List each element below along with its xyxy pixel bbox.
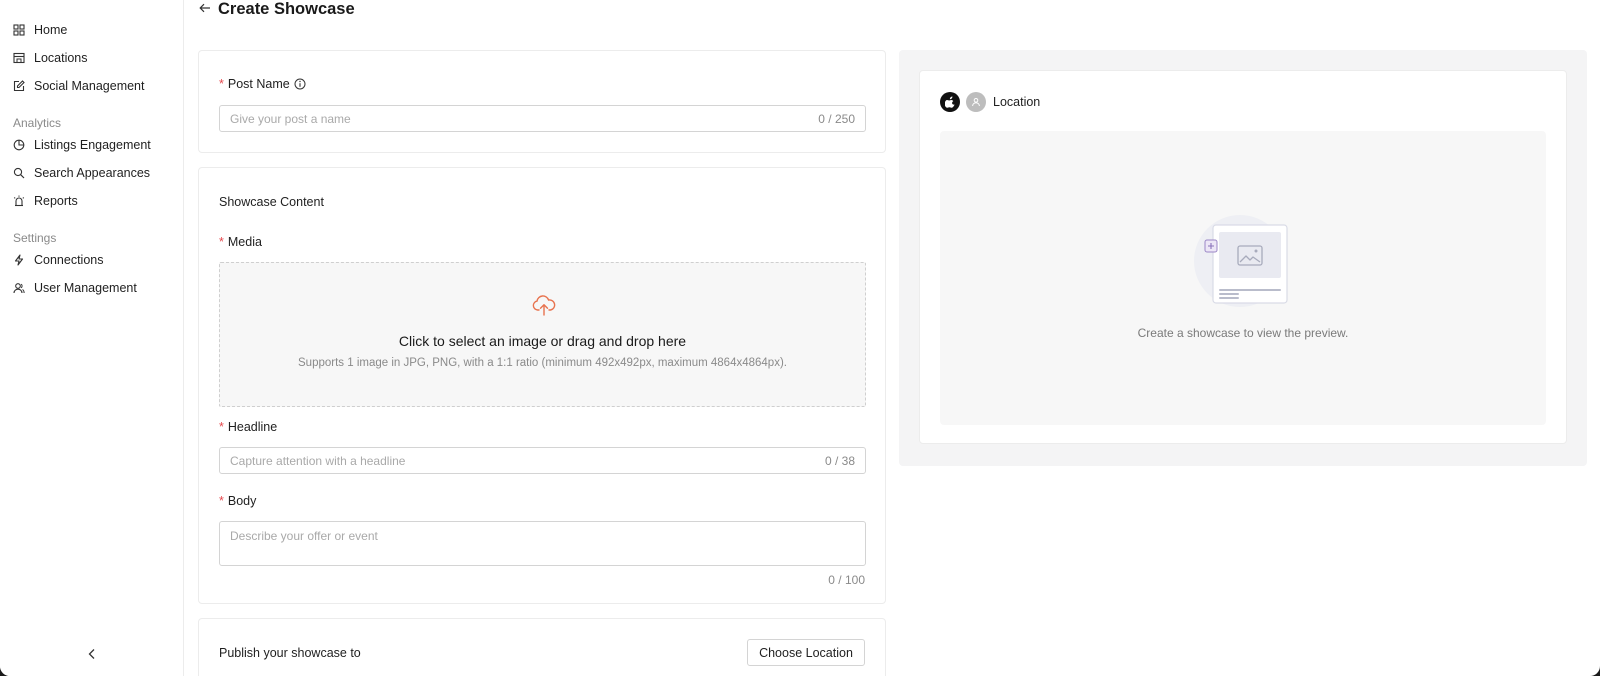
showcase-content-card: Showcase Content * Media Click to select… (198, 167, 886, 604)
preview-header: Location (940, 91, 1040, 113)
sidebar-item-user-management[interactable]: User Management (13, 278, 137, 298)
media-dropzone[interactable]: Click to select an image or drag and dro… (219, 262, 866, 407)
sidebar-item-label: Search Appearances (34, 166, 151, 180)
pie-chart-icon (13, 139, 25, 151)
media-label: * Media (219, 235, 262, 249)
alarm-icon (13, 195, 25, 207)
headline-label-text: Headline (227, 420, 278, 434)
post-name-label-text: Post Name (227, 77, 290, 91)
sidebar-item-social-management[interactable]: Social Management (13, 76, 144, 96)
dropzone-subtitle: Supports 1 image in JPG, PNG, with a 1:1… (298, 357, 787, 369)
choose-location-button[interactable]: Choose Location (747, 639, 865, 666)
preview-card: Location Create a showcase to view the p… (919, 70, 1567, 444)
store-icon (13, 52, 25, 64)
user-avatar-icon (966, 92, 986, 112)
sidebar-item-listings-engagement[interactable]: Listings Engagement (13, 135, 151, 155)
publish-card: Publish your showcase to Choose Location (198, 618, 886, 676)
headline-label: * Headline (219, 420, 277, 434)
apple-logo-icon (940, 92, 960, 112)
app-window: Home Locations Social Management Analyti… (0, 0, 1600, 676)
bolt-icon (13, 254, 25, 266)
body-label: * Body (219, 494, 256, 508)
headline-counter: 0 / 38 (824, 453, 855, 468)
sidebar-item-search-appearances[interactable]: Search Appearances (13, 163, 150, 183)
body-placeholder: Describe your offer or event (230, 529, 378, 543)
collapse-sidebar-button[interactable] (84, 648, 100, 664)
sidebar: Home Locations Social Management Analyti… (0, 0, 184, 676)
media-label-text: Media (227, 235, 262, 249)
page-title: Create Showcase (218, 0, 355, 18)
sidebar-item-home[interactable]: Home (13, 20, 67, 40)
required-marker: * (219, 235, 224, 249)
required-marker: * (219, 420, 224, 434)
preview-location-label: Location (993, 95, 1041, 109)
cloud-upload-icon (532, 295, 556, 317)
post-name-counter: 0 / 250 (818, 111, 855, 126)
sidebar-item-label: Connections (34, 253, 104, 267)
required-marker: * (219, 494, 224, 508)
headline-placeholder: Capture attention with a headline (230, 453, 406, 468)
users-icon (13, 282, 25, 294)
post-name-input[interactable]: Give your post a name 0 / 250 (219, 105, 866, 132)
preview-panel: Location Create a showcase to view the p… (899, 50, 1587, 466)
sidebar-section-settings: Settings (13, 231, 57, 245)
chevron-left-icon (87, 647, 97, 665)
section-title: Showcase Content (219, 195, 324, 209)
sidebar-item-label: Locations (34, 51, 88, 65)
sidebar-item-connections[interactable]: Connections (13, 250, 104, 270)
sidebar-item-label: Reports (34, 194, 78, 208)
post-name-label: * Post Name (219, 77, 306, 91)
body-label-text: Body (227, 494, 257, 508)
back-button[interactable] (198, 2, 212, 16)
required-marker: * (219, 77, 224, 91)
sidebar-item-locations[interactable]: Locations (13, 48, 88, 68)
grid-icon (13, 24, 25, 36)
search-icon (13, 167, 25, 179)
sidebar-item-label: User Management (34, 281, 137, 295)
publish-label: Publish your showcase to (219, 646, 361, 660)
sidebar-section-analytics: Analytics (13, 116, 62, 130)
headline-input[interactable]: Capture attention with a headline 0 / 38 (219, 447, 866, 474)
body-textarea[interactable]: Describe your offer or event (219, 521, 866, 566)
preview-canvas: Create a showcase to view the preview. (940, 131, 1546, 425)
arrow-left-icon (199, 0, 211, 18)
body-counter: 0 / 100 (828, 573, 865, 587)
page-header: Create Showcase (198, 0, 355, 18)
sidebar-item-label: Listings Engagement (34, 138, 151, 152)
post-name-card: * Post Name Give your post a name 0 / 25… (198, 50, 886, 153)
dropzone-title: Click to select an image or drag and dro… (398, 333, 687, 349)
post-name-placeholder: Give your post a name (230, 111, 351, 126)
sidebar-item-label: Social Management (34, 79, 145, 93)
edit-square-icon (13, 80, 25, 92)
image-placeholder-icon (1193, 213, 1293, 309)
preview-empty-message: Create a showcase to view the preview. (1137, 326, 1349, 340)
info-icon[interactable] (294, 78, 306, 90)
sidebar-item-reports[interactable]: Reports (13, 191, 78, 211)
sidebar-item-label: Home (34, 23, 68, 37)
